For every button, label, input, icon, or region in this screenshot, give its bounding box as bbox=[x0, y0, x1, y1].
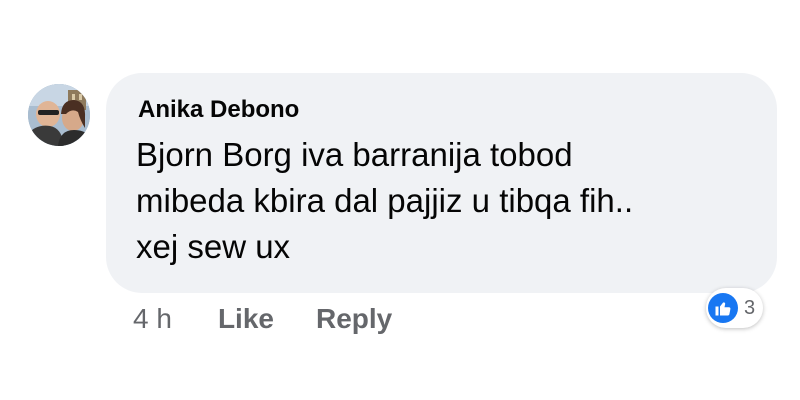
comment-actions: 4 h Like Reply bbox=[133, 303, 392, 335]
comment-text-line: Bjorn Borg iva barranija tobod bbox=[136, 136, 573, 173]
reaction-count: 3 bbox=[744, 296, 756, 319]
comment-bubble: Anika Debono Bjorn Borg iva barranija to… bbox=[106, 73, 777, 293]
comment-container: Anika Debono Bjorn Borg iva barranija to… bbox=[0, 0, 800, 400]
comment-text-line: xej sew ux bbox=[136, 228, 291, 265]
avatar[interactable] bbox=[28, 84, 90, 146]
comment-text: Bjorn Borg iva barranija tobod mibeda kb… bbox=[136, 132, 747, 270]
reply-button[interactable]: Reply bbox=[316, 303, 392, 335]
comment-text-line: mibeda kbira dal pajjiz u tibqa fih.. bbox=[136, 182, 634, 219]
reaction-summary[interactable]: 3 bbox=[706, 288, 764, 328]
comment-timestamp[interactable]: 4 h bbox=[133, 303, 172, 335]
comment-author[interactable]: Anika Debono bbox=[138, 95, 747, 125]
thumbs-up-icon bbox=[708, 293, 738, 323]
like-button[interactable]: Like bbox=[218, 303, 274, 335]
